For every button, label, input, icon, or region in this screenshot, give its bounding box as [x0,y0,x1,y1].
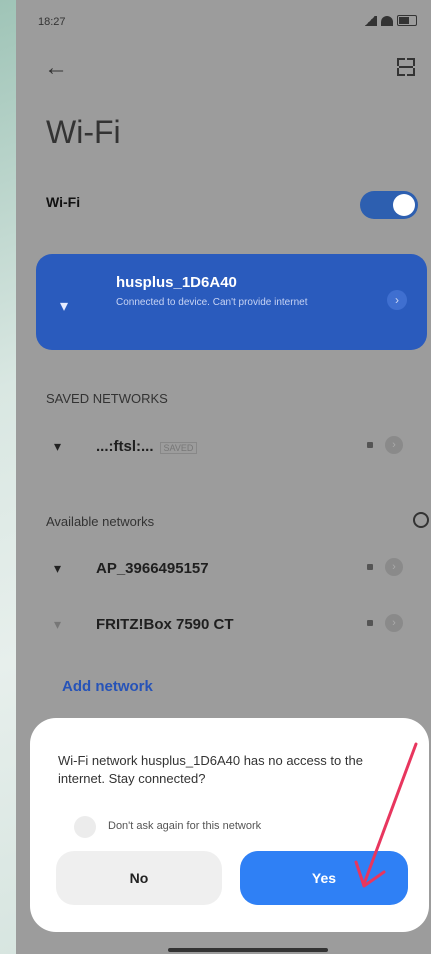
chevron-right-icon[interactable]: › [385,558,403,576]
lock-icon [367,620,373,626]
add-network-link[interactable]: Add network [62,678,153,695]
saved-network-row[interactable]: ▾ ...:ftsl:... SAVED › [16,430,431,466]
wifi-toggle-switch[interactable] [360,191,418,219]
status-icons [363,15,417,26]
network-name: AP_3966495157 [96,560,209,577]
dont-ask-checkbox[interactable] [74,816,96,838]
chevron-right-icon[interactable]: › [385,614,403,632]
network-name: ...:ftsl:... [96,438,154,455]
status-time: 18:27 [38,16,66,28]
arrow-left-icon[interactable]: ← [44,56,68,80]
connected-ssid: husplus_1D6A40 [116,274,237,291]
annotation-arrow [354,742,418,888]
refresh-icon[interactable] [413,512,429,528]
lock-icon [367,564,373,570]
chevron-right-icon[interactable]: › [387,290,407,310]
home-indicator [168,948,328,952]
lock-icon [367,442,373,448]
signal-icon [363,15,377,26]
status-bar: 18:27 [16,14,431,34]
wifi-status-icon [381,15,393,26]
no-button[interactable]: No [56,851,222,905]
network-row[interactable]: ▾ FRITZ!Box 7590 CT › [16,608,431,644]
wifi-icon: ▾ [54,560,62,576]
qr-scan-icon[interactable] [397,58,415,76]
network-name: FRITZ!Box 7590 CT [96,616,234,633]
wifi-weak-icon: ▾ [54,616,62,632]
connected-network-card[interactable]: ▾ husplus_1D6A40 Connected to device. Ca… [36,254,427,350]
battery-icon [397,15,417,26]
available-networks-header: Available networks [46,514,155,529]
wifi-icon: ▾ [60,298,69,315]
network-row[interactable]: ▾ AP_3966495157 › [16,552,431,588]
saved-tag: SAVED [159,442,198,454]
wifi-toggle-label: Wi-Fi [46,194,81,210]
saved-networks-header: SAVED NETWORKS [46,391,168,406]
connected-status: Connected to device. Can't provide inter… [116,297,308,308]
page-title: Wi-Fi [46,114,121,150]
wifi-icon: ▾ [54,438,62,454]
chevron-right-icon[interactable]: › [385,436,403,454]
dont-ask-label: Don't ask again for this network [108,820,262,832]
